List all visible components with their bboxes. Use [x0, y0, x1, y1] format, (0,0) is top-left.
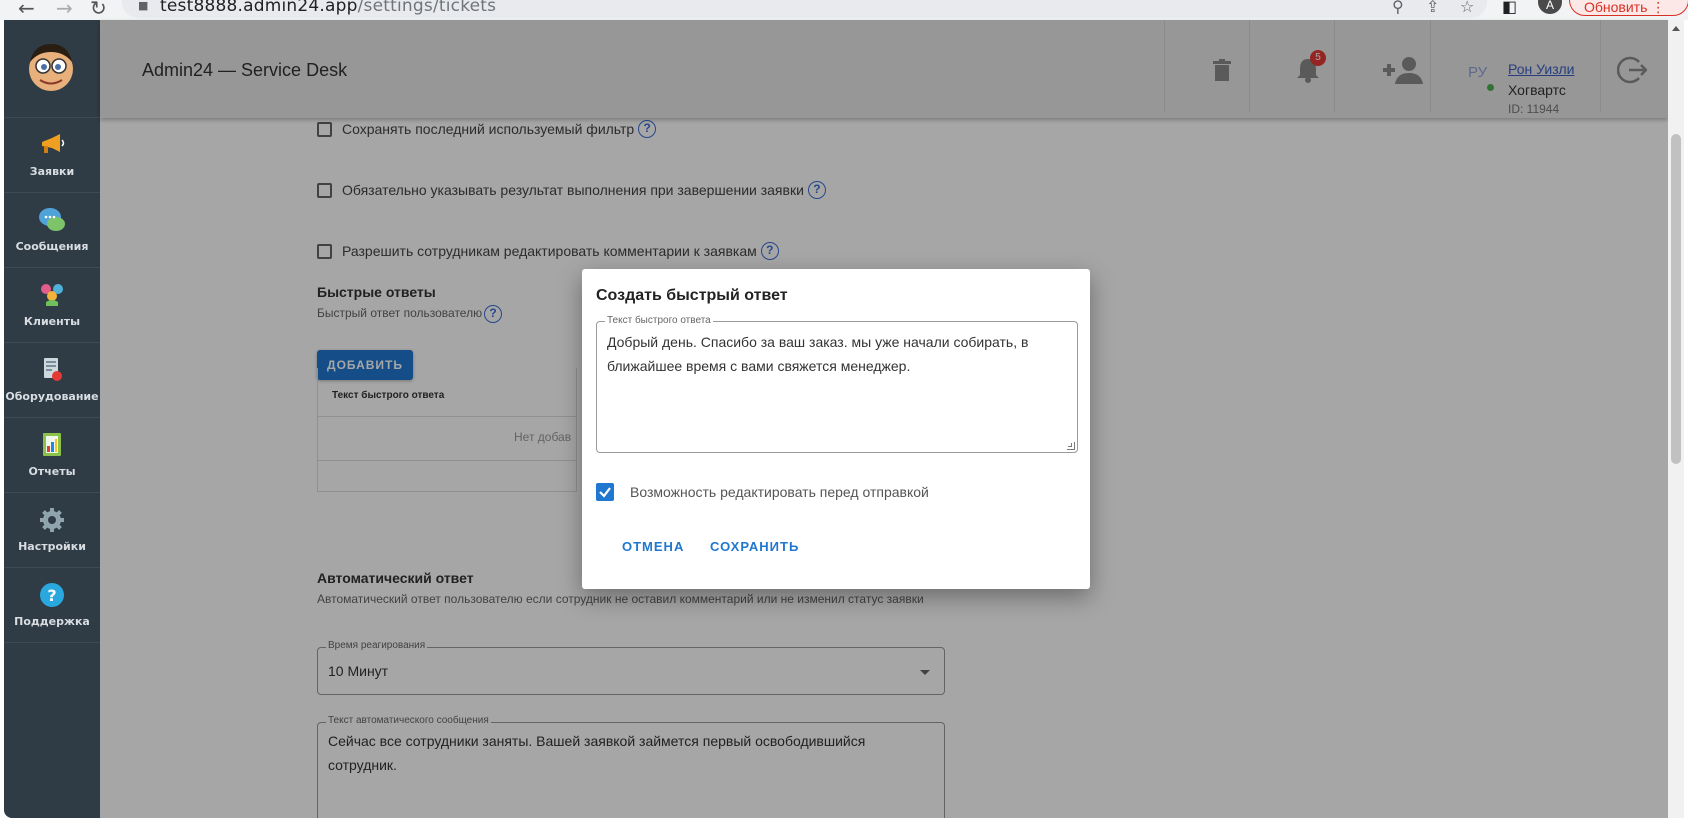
url-host: test8888.admin24.app	[160, 0, 358, 16]
checkbox-label[interactable]: Возможность редактировать перед отправко…	[630, 484, 929, 500]
scroll-up-arrow-icon[interactable]	[1672, 26, 1680, 31]
browser-update-button[interactable]: Обновить ⋮	[1569, 0, 1688, 16]
sidebar-item-reports[interactable]: Отчеты	[4, 418, 100, 493]
sidebar-item-label: Настройки	[18, 540, 86, 553]
sidebar-item-messages[interactable]: Сообщения	[4, 193, 100, 268]
scrollbar-thumb[interactable]	[1671, 134, 1681, 464]
zoom-icon[interactable]: ⚲	[1392, 0, 1404, 16]
url-path: /settings/tickets	[357, 0, 497, 16]
dialog-title: Создать быстрый ответ	[596, 287, 788, 304]
sidebar-item-label: Сообщения	[15, 240, 89, 253]
gear-icon	[40, 508, 64, 532]
bookmark-star-icon[interactable]: ☆	[1460, 0, 1474, 16]
reload-icon[interactable]: ↻	[90, 0, 107, 20]
edit-before-send-checkbox[interactable]	[596, 483, 614, 501]
browser-toolbar: ← → ↻ ■ test8888.admin24.app/settings/ti…	[0, 0, 1688, 20]
sidebar-item-label: Заявки	[29, 165, 75, 178]
sidebar-item-label: Оборудование	[5, 390, 99, 403]
sidebar: Заявки Сообщения Клиенты Оборудование От…	[4, 20, 100, 818]
sidebar-item-settings[interactable]: Настройки	[4, 493, 100, 568]
lock-icon[interactable]: ■	[138, 0, 148, 12]
save-button[interactable]: СОХРАНИТЬ	[710, 539, 799, 554]
url-text[interactable]: test8888.admin24.app/settings/tickets	[160, 0, 496, 16]
resize-handle-icon[interactable]	[1067, 442, 1075, 450]
sidebar-item-label: Поддержка	[14, 615, 90, 628]
sidebar-item-clients[interactable]: Клиенты	[4, 268, 100, 343]
forward-arrow-icon[interactable]: →	[56, 0, 73, 20]
megaphone-icon	[42, 134, 65, 153]
quick-reply-textarea[interactable]: Текст быстрого ответа Добрый день. Спаси…	[596, 315, 1078, 453]
sidebar-item-support[interactable]: ? Поддержка	[4, 568, 100, 643]
help-icon: ?	[40, 583, 64, 607]
scrollbar[interactable]	[1668, 20, 1684, 818]
report-chart-icon	[43, 433, 61, 456]
textarea-value: Добрый день. Спасибо за ваш заказ. мы уж…	[607, 334, 1029, 374]
extensions-icon[interactable]: ◧	[1502, 0, 1517, 16]
share-icon[interactable]: ⇪	[1426, 0, 1439, 16]
chat-bubble-icon	[39, 208, 65, 231]
sidebar-item-label: Клиенты	[23, 315, 81, 328]
sidebar-item-tickets[interactable]: Заявки	[4, 118, 100, 193]
sidebar-item-equipment[interactable]: Оборудование	[4, 343, 100, 418]
create-quick-reply-dialog: Создать быстрый ответ Текст быстрого отв…	[582, 269, 1090, 589]
users-group-icon	[41, 284, 63, 306]
logo[interactable]	[4, 20, 100, 118]
back-arrow-icon[interactable]: ←	[18, 0, 35, 20]
profile-avatar[interactable]: A	[1538, 0, 1562, 14]
equipment-icon	[44, 358, 62, 381]
field-label: Текст быстрого ответа	[605, 315, 713, 326]
sidebar-item-label: Отчеты	[28, 465, 76, 478]
avatar-logo-icon	[29, 44, 73, 91]
svg-text:?: ?	[47, 586, 56, 605]
update-label: Обновить	[1584, 0, 1648, 15]
cancel-button[interactable]: ОТМЕНА	[622, 539, 684, 554]
check-icon	[599, 487, 611, 498]
